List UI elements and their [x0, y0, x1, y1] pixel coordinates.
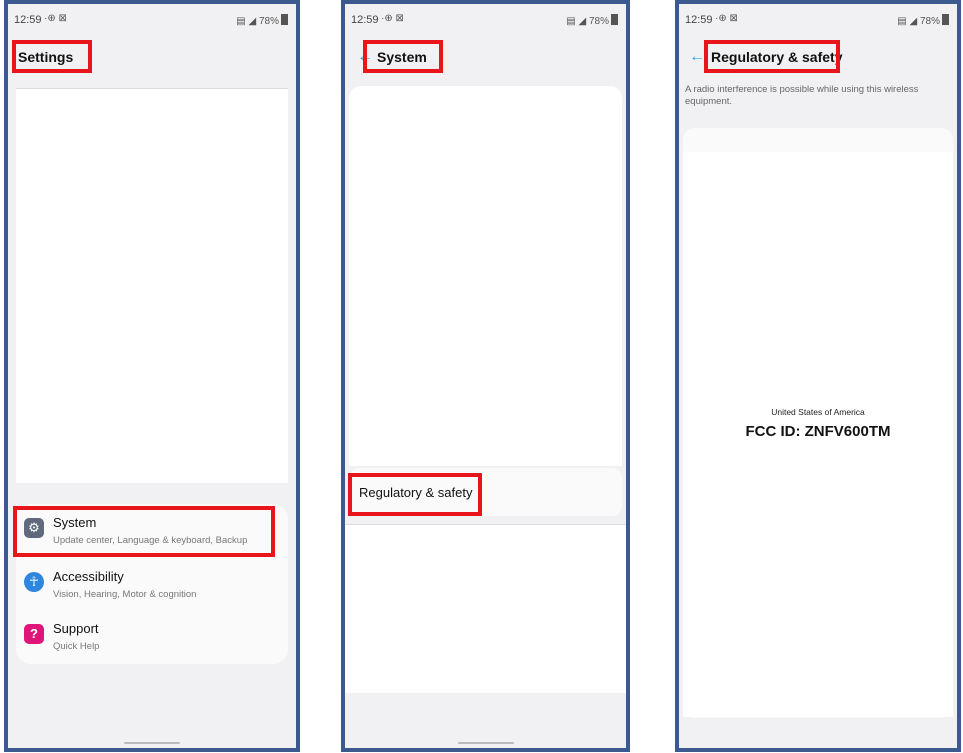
- home-indicator[interactable]: [124, 742, 180, 744]
- highlight-box: [363, 40, 443, 73]
- status-bar: 12:59 ·⊕ ⊠ ▤ ◢ 78%: [345, 4, 626, 27]
- battery-level: 78%: [258, 16, 279, 27]
- list-item-accessibility[interactable]: ☥ Accessibility Vision, Hearing, Motor &…: [16, 560, 288, 612]
- signal-icon: ▤ ◢: [566, 16, 589, 27]
- highlight-box: [348, 473, 482, 516]
- highlight-box: [12, 40, 92, 73]
- list-item-support[interactable]: ? Support Quick Help: [16, 612, 288, 664]
- status-icons: ·⊕ ⊠: [381, 13, 404, 24]
- item-title: Support: [53, 621, 99, 636]
- highlight-box: [13, 506, 275, 557]
- status-icons: ·⊕ ⊠: [44, 13, 67, 24]
- status-time: 12:59: [14, 14, 42, 26]
- status-bar: 12:59 ·⊕ ⊠ ▤ ◢ 78%: [679, 4, 957, 27]
- battery-level: 78%: [588, 16, 609, 27]
- battery-status: ▤ ◢ 78%: [236, 14, 288, 27]
- item-title: Accessibility: [53, 569, 124, 584]
- content-panel: [16, 88, 288, 483]
- battery-icon: [281, 14, 288, 25]
- content-panel: [349, 86, 622, 466]
- regulatory-card: United States of America FCC ID: ZNFV600…: [683, 128, 953, 718]
- highlight-box: [704, 40, 840, 73]
- regulatory-panel: United States of America FCC ID: ZNFV600…: [683, 152, 953, 717]
- country-label: United States of America: [771, 407, 865, 417]
- status-time: 12:59: [685, 14, 713, 26]
- back-arrow-icon[interactable]: ←: [689, 48, 705, 66]
- system-screen: 12:59 ·⊕ ⊠ ▤ ◢ 78% ← System Regulatory &…: [341, 0, 630, 752]
- item-subtitle: Quick Help: [53, 641, 100, 652]
- fcc-id: FCC ID: ZNFV600TM: [745, 423, 891, 440]
- home-indicator[interactable]: [457, 742, 514, 744]
- signal-icon: ▤ ◢: [897, 16, 920, 27]
- accessibility-icon: ☥: [24, 572, 44, 592]
- battery-icon: [942, 14, 949, 25]
- item-subtitle: Vision, Hearing, Motor & cognition: [53, 589, 197, 600]
- battery-status: ▤ ◢ 78%: [566, 14, 618, 27]
- regulatory-description: A radio interference is possible while u…: [685, 84, 919, 107]
- regulatory-screen: 12:59 ·⊕ ⊠ ▤ ◢ 78% ← Regulatory & safety…: [675, 0, 961, 752]
- help-icon: ?: [24, 624, 44, 644]
- status-icons: ·⊕ ⊠: [715, 13, 738, 24]
- settings-screen: 12:59 ·⊕ ⊠ ▤ ◢ 78% Settings ⚙ System Upd…: [4, 0, 300, 752]
- battery-level: 78%: [919, 16, 940, 27]
- content-panel-lower: [345, 524, 626, 693]
- battery-status: ▤ ◢ 78%: [897, 14, 949, 27]
- status-time: 12:59: [351, 14, 379, 26]
- signal-icon: ▤ ◢: [236, 16, 259, 27]
- status-bar: 12:59 ·⊕ ⊠ ▤ ◢ 78%: [8, 4, 296, 27]
- battery-icon: [611, 14, 618, 25]
